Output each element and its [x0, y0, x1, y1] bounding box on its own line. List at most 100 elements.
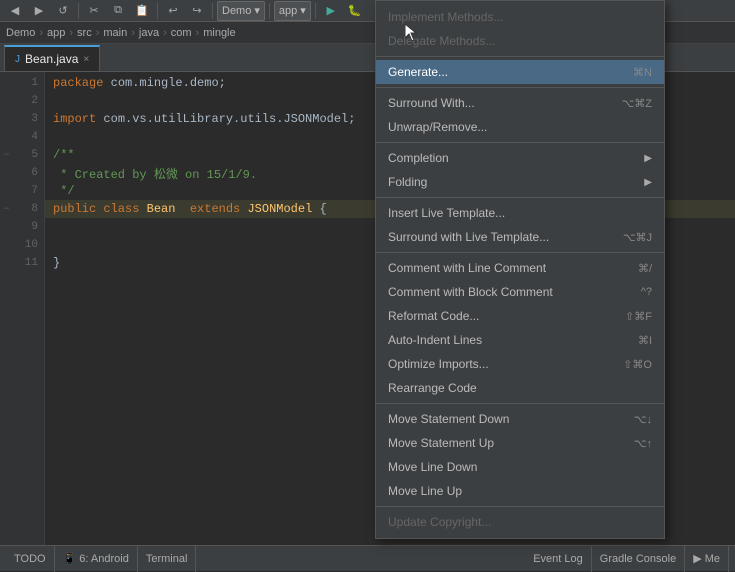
- optimize-imports-label: Optimize Imports...: [388, 357, 489, 371]
- status-android-label: 6: Android: [79, 553, 129, 565]
- menu-item-implement-methods[interactable]: Implement Methods...: [376, 5, 664, 29]
- toolbar-undo[interactable]: ↩: [162, 1, 184, 21]
- move-stmt-up-shortcut: ⌥↑: [634, 437, 652, 450]
- toolbar-redo[interactable]: ↪: [186, 1, 208, 21]
- app-label: app: [279, 5, 297, 17]
- separator-3: [376, 142, 664, 143]
- menu-item-move-line-up[interactable]: Move Line Up: [376, 479, 664, 503]
- reformat-label: Reformat Code...: [388, 309, 479, 323]
- menu-item-generate[interactable]: Generate... ⌘N: [376, 60, 664, 84]
- surround-with-label: Surround With...: [388, 96, 475, 110]
- menu-item-surround-with[interactable]: Surround With... ⌥⌘Z: [376, 91, 664, 115]
- move-line-up-label: Move Line Up: [388, 484, 462, 498]
- toolbar-debug[interactable]: 🐛: [344, 1, 366, 21]
- breadcrumb-demo[interactable]: Demo: [6, 27, 35, 39]
- move-stmt-up-label: Move Statement Up: [388, 436, 494, 450]
- separator-6: [376, 403, 664, 404]
- menu-item-auto-indent[interactable]: Auto-Indent Lines ⌘I: [376, 328, 664, 352]
- rearrange-label: Rearrange Code: [388, 381, 477, 395]
- surround-with-shortcut: ⌥⌘Z: [622, 97, 652, 110]
- tab-icon: J: [15, 54, 20, 65]
- delegate-methods-label: Delegate Methods...: [388, 34, 495, 48]
- move-stmt-down-label: Move Statement Down: [388, 412, 509, 426]
- menu-item-unwrap[interactable]: Unwrap/Remove...: [376, 115, 664, 139]
- reformat-shortcut: ⇧⌘F: [625, 310, 652, 323]
- menu-item-update-copyright[interactable]: Update Copyright...: [376, 510, 664, 534]
- block-comment-label: Comment with Block Comment: [388, 285, 553, 299]
- sep1: [78, 3, 79, 19]
- breadcrumb-com[interactable]: com: [171, 27, 192, 39]
- line-num-6: 6: [0, 164, 44, 182]
- menu-item-move-stmt-down[interactable]: Move Statement Down ⌥↓: [376, 407, 664, 431]
- separator-2: [376, 87, 664, 88]
- menu-item-block-comment[interactable]: Comment with Block Comment ^?: [376, 280, 664, 304]
- menu-item-rearrange[interactable]: Rearrange Code: [376, 376, 664, 400]
- toolbar-refresh[interactable]: ↺: [52, 1, 74, 21]
- auto-indent-label: Auto-Indent Lines: [388, 333, 482, 347]
- line-num-9: 9: [0, 218, 44, 236]
- completion-arrow: ▶: [644, 153, 652, 164]
- optimize-imports-shortcut: ⇧⌘O: [623, 358, 652, 371]
- tab-bean-java[interactable]: J Bean.java ×: [4, 45, 100, 71]
- status-todo-label: TODO: [14, 553, 46, 565]
- line-num-3: 3: [0, 110, 44, 128]
- menu-item-reformat[interactable]: Reformat Code... ⇧⌘F: [376, 304, 664, 328]
- breadcrumb-app[interactable]: app: [47, 27, 65, 39]
- toolbar-copy[interactable]: ⧉: [107, 1, 129, 21]
- toolbar-cut[interactable]: ✂: [83, 1, 105, 21]
- status-todo[interactable]: TODO: [6, 546, 55, 572]
- project-dropdown[interactable]: Demo ▾: [217, 1, 265, 21]
- dropdown-arrow: ▾: [254, 4, 260, 17]
- app-dropdown[interactable]: app ▾: [274, 1, 311, 21]
- line-num-8: − 8: [0, 200, 44, 218]
- move-line-down-label: Move Line Down: [388, 460, 477, 474]
- line-num-7: 7: [0, 182, 44, 200]
- status-gradle[interactable]: Gradle Console: [592, 546, 685, 572]
- completion-label: Completion: [388, 151, 449, 165]
- line-comment-shortcut: ⌘/: [638, 262, 652, 275]
- menu-item-optimize-imports[interactable]: Optimize Imports... ⇧⌘O: [376, 352, 664, 376]
- separator-7: [376, 506, 664, 507]
- sep5: [315, 3, 316, 19]
- toolbar-back[interactable]: ◀: [4, 1, 26, 21]
- breadcrumb-java[interactable]: java: [139, 27, 159, 39]
- sep3: [212, 3, 213, 19]
- status-terminal[interactable]: Terminal: [138, 546, 197, 572]
- project-label: Demo: [222, 5, 251, 17]
- menu-item-line-comment[interactable]: Comment with Line Comment ⌘/: [376, 256, 664, 280]
- status-me-label: ▶ Me: [693, 552, 720, 565]
- status-bar: TODO 📱 6: Android Terminal Event Log Gra…: [0, 545, 735, 571]
- menu-item-delegate-methods[interactable]: Delegate Methods...: [376, 29, 664, 53]
- folding-label: Folding: [388, 175, 427, 189]
- breadcrumb-mingle[interactable]: mingle: [203, 27, 235, 39]
- block-comment-shortcut: ^?: [641, 286, 652, 298]
- surround-live-label: Surround with Live Template...: [388, 230, 549, 244]
- line-comment-label: Comment with Line Comment: [388, 261, 546, 275]
- toolbar-fwd[interactable]: ▶: [28, 1, 50, 21]
- status-android-icon: 📱: [63, 552, 77, 565]
- line-num-2: 2: [0, 92, 44, 110]
- line-num-4: 4: [0, 128, 44, 146]
- separator-4: [376, 197, 664, 198]
- status-android[interactable]: 📱 6: Android: [55, 546, 138, 572]
- tab-label: Bean.java: [25, 52, 78, 66]
- menu-item-folding[interactable]: Folding ▶: [376, 170, 664, 194]
- menu-item-insert-live[interactable]: Insert Live Template...: [376, 201, 664, 225]
- menu-item-surround-live[interactable]: Surround with Live Template... ⌥⌘J: [376, 225, 664, 249]
- status-event-log[interactable]: Event Log: [525, 546, 592, 572]
- toolbar-run[interactable]: ▶: [320, 1, 342, 21]
- menu-item-completion[interactable]: Completion ▶: [376, 146, 664, 170]
- status-me[interactable]: ▶ Me: [685, 546, 729, 572]
- breadcrumb-main[interactable]: main: [103, 27, 127, 39]
- tab-close-icon[interactable]: ×: [83, 54, 89, 65]
- move-stmt-down-shortcut: ⌥↓: [634, 413, 652, 426]
- status-gradle-label: Gradle Console: [600, 553, 676, 565]
- editor-gutter: 1 2 3 4 − 5 6 7 − 8 9 10 11: [0, 72, 45, 545]
- surround-live-shortcut: ⌥⌘J: [623, 231, 652, 244]
- menu-item-move-line-down[interactable]: Move Line Down: [376, 455, 664, 479]
- toolbar-paste[interactable]: 📋: [131, 1, 153, 21]
- breadcrumb-src[interactable]: src: [77, 27, 92, 39]
- menu-item-move-stmt-up[interactable]: Move Statement Up ⌥↑: [376, 431, 664, 455]
- status-right: Event Log Gradle Console ▶ Me: [525, 546, 729, 572]
- line-num-11: 11: [0, 254, 44, 272]
